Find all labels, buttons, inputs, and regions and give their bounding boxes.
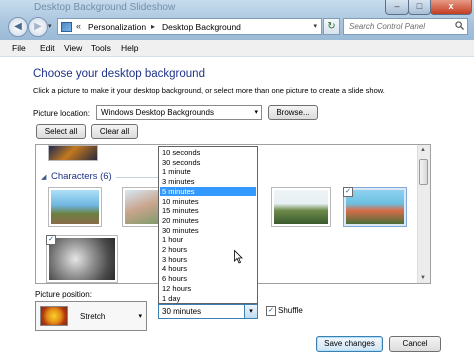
thumbnail-checkbox[interactable]: ✓ — [46, 235, 56, 245]
window-title: Desktop Background Slideshow — [34, 2, 176, 13]
menu-tools[interactable]: Tools — [91, 43, 111, 53]
picture-position-select[interactable]: Stretch ▾ — [35, 301, 147, 331]
shuffle-checkbox[interactable]: ✓ — [266, 306, 276, 316]
interval-option[interactable]: 4 hours — [160, 264, 256, 274]
clear-all-button[interactable]: Clear all — [91, 124, 138, 139]
interval-option[interactable]: 1 hour — [160, 235, 256, 245]
wallpaper-image — [346, 190, 404, 224]
address-dropdown-icon[interactable]: ▾ — [313, 22, 317, 30]
menu-file[interactable]: File — [12, 43, 26, 53]
wallpaper-image — [125, 190, 161, 224]
chevron-down-icon[interactable]: ▾ — [244, 305, 257, 318]
mouse-cursor-icon — [234, 250, 243, 264]
cancel-button[interactable]: Cancel — [389, 336, 441, 352]
interval-option[interactable]: 5 minutes — [160, 186, 256, 197]
scrollbar-thumb[interactable] — [419, 159, 428, 185]
stretch-preview-icon — [40, 306, 68, 326]
close-button[interactable]: x — [430, 0, 472, 15]
breadcrumb-arrow-icon[interactable]: ▸ — [151, 22, 155, 31]
wallpaper-thumbnail[interactable]: ✓ — [46, 235, 118, 283]
menu-view[interactable]: View — [64, 43, 82, 53]
recent-pages-dropdown-icon[interactable]: ▾ — [48, 22, 52, 30]
wallpaper-image — [51, 190, 99, 224]
picture-location-value: Windows Desktop Backgrounds — [101, 108, 214, 117]
interval-option[interactable]: 20 minutes — [160, 216, 256, 226]
maximize-button[interactable]: □ — [408, 0, 431, 15]
interval-option[interactable]: 15 minutes — [160, 206, 256, 216]
interval-option[interactable]: 10 minutes — [160, 197, 256, 207]
minimize-button[interactable]: – — [385, 0, 409, 15]
menu-edit[interactable]: Edit — [40, 43, 55, 53]
interval-option[interactable]: 6 hours — [160, 274, 256, 284]
shuffle-label[interactable]: Shuffle — [278, 306, 303, 315]
wallpaper-thumbnail[interactable] — [48, 187, 102, 227]
interval-option[interactable]: 10 seconds — [160, 148, 256, 158]
address-bar[interactable]: « Personalization ▸ Desktop Background ▾ — [57, 18, 322, 35]
search-icon[interactable] — [455, 21, 464, 30]
menu-help[interactable]: Help — [121, 43, 138, 53]
interval-option[interactable]: 1 minute — [160, 167, 256, 177]
wallpaper-image — [49, 238, 115, 280]
interval-option[interactable]: 30 minutes — [160, 226, 256, 236]
chevron-down-icon: ▾ — [138, 313, 142, 320]
content-area: Choose your desktop background Click a p… — [0, 57, 474, 363]
collapse-group-icon[interactable]: ◢ — [41, 173, 46, 181]
gallery-scrollbar[interactable]: ▲ ▼ — [417, 145, 430, 283]
breadcrumb-desktop-background[interactable]: Desktop Background — [162, 22, 241, 32]
wallpaper-thumbnail[interactable]: ✓ — [343, 187, 407, 227]
picture-location-label: Picture location: — [33, 109, 90, 118]
picture-location-select[interactable]: Windows Desktop Backgrounds ▾ — [96, 105, 262, 120]
select-all-button[interactable]: Select all — [36, 124, 86, 139]
chevron-down-icon: ▾ — [254, 109, 258, 116]
search-input[interactable]: Search Control Panel — [343, 18, 468, 35]
change-picture-interval-select[interactable]: 30 minutes ▾ — [158, 304, 258, 319]
interval-option[interactable]: 1 day — [160, 294, 256, 304]
picture-position-value: Stretch — [80, 312, 106, 321]
wallpaper-image — [274, 190, 328, 224]
interval-option[interactable]: 12 hours — [160, 284, 256, 294]
page-title: Choose your desktop background — [33, 68, 205, 80]
interval-option[interactable]: 30 seconds — [160, 158, 256, 168]
browse-button[interactable]: Browse... — [268, 105, 318, 120]
interval-dropdown-list: 10 seconds 30 seconds 1 minute 3 minutes 5 m… — [158, 146, 258, 304]
title-bar: Desktop Background Slideshow – □ x ◀ ▶ ▾… — [0, 0, 474, 40]
page-instructions: Click a picture to make it your desktop … — [33, 86, 385, 95]
menu-bar: File Edit View Tools Help — [0, 40, 474, 57]
interval-value: 30 minutes — [162, 307, 202, 316]
thumbnail-checkbox[interactable]: ✓ — [343, 187, 353, 197]
save-changes-button[interactable]: Save changes — [316, 336, 383, 352]
interval-option[interactable]: 3 minutes — [160, 177, 256, 187]
refresh-button[interactable]: ↻ — [323, 18, 340, 35]
address-overflow-icon[interactable]: « — [76, 21, 81, 31]
back-button[interactable]: ◀ — [8, 17, 28, 37]
wallpaper-thumbnail[interactable] — [48, 145, 98, 161]
picture-position-label: Picture position: — [35, 290, 92, 299]
scroll-up-icon[interactable]: ▲ — [420, 147, 426, 153]
control-panel-icon — [61, 22, 72, 32]
category-header[interactable]: Characters (6) — [51, 171, 112, 182]
scroll-down-icon[interactable]: ▼ — [420, 275, 426, 281]
forward-button[interactable]: ▶ — [28, 17, 48, 37]
breadcrumb-personalization[interactable]: Personalization — [88, 22, 146, 32]
wallpaper-thumbnail[interactable] — [271, 187, 331, 227]
search-placeholder: Search Control Panel — [349, 22, 426, 31]
